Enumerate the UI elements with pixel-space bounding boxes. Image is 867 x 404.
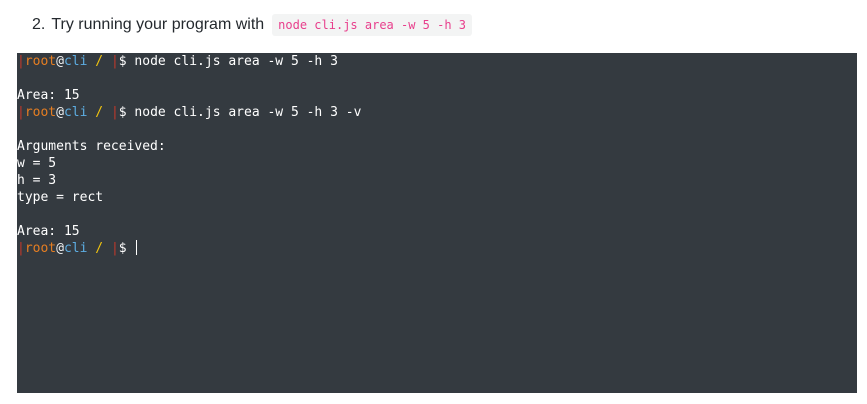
prompt-user: root <box>24 241 57 256</box>
prompt-at: @ <box>56 105 64 120</box>
prompt-bar: | <box>17 241 25 256</box>
step-number: 2. <box>32 16 46 33</box>
terminal-command-line: |root@cli / |$ node cli.js area -w 5 -h … <box>17 104 857 121</box>
terminal-output-line: Area: 15 <box>17 224 80 239</box>
command-text: node cli.js area -w 5 -h 3 <box>134 54 338 69</box>
prompt-path: / <box>95 105 104 120</box>
prompt-dollar: $ <box>118 105 127 120</box>
terminal-output-line: type = rect <box>17 190 104 205</box>
terminal-output-line: Area: 15 <box>17 88 80 103</box>
step-text: Try running your program with <box>51 16 265 33</box>
prompt-bar: | <box>17 54 25 69</box>
prompt-user: root <box>24 54 57 69</box>
prompt-at: @ <box>56 54 64 69</box>
prompt-host: cli <box>63 241 88 256</box>
prompt-path: / <box>95 54 104 69</box>
prompt-dollar: $ <box>118 54 127 69</box>
prompt-path: / <box>95 241 104 256</box>
prompt-separator: | <box>110 241 119 256</box>
terminal-output-line: h = 3 <box>17 173 57 188</box>
prompt-separator: | <box>110 105 119 120</box>
terminal-window[interactable]: |root@cli / |$ node cli.js area -w 5 -h … <box>17 53 857 393</box>
inline-command-code: node cli.js area -w 5 -h 3 <box>272 14 473 36</box>
prompt-user: root <box>24 105 57 120</box>
prompt-host: cli <box>63 54 88 69</box>
prompt-dollar: $ <box>118 241 127 256</box>
text-cursor[interactable] <box>136 240 138 255</box>
prompt-separator: | <box>110 54 119 69</box>
terminal-output: |root@cli / |$ node cli.js area -w 5 -h … <box>17 53 857 257</box>
terminal-command-line: |root@cli / |$ node cli.js area -w 5 -h … <box>17 53 857 70</box>
prompt-bar: | <box>17 105 25 120</box>
prompt-host: cli <box>63 105 88 120</box>
instruction-text: 2. Try running your program with node cl… <box>32 12 473 38</box>
terminal-output-line: Arguments received: <box>17 139 166 154</box>
terminal-active-prompt[interactable]: |root@cli / |$ <box>17 240 857 257</box>
command-text: node cli.js area -w 5 -h 3 -v <box>134 105 362 120</box>
prompt-at: @ <box>56 241 64 256</box>
terminal-output-line: w = 5 <box>17 156 57 171</box>
